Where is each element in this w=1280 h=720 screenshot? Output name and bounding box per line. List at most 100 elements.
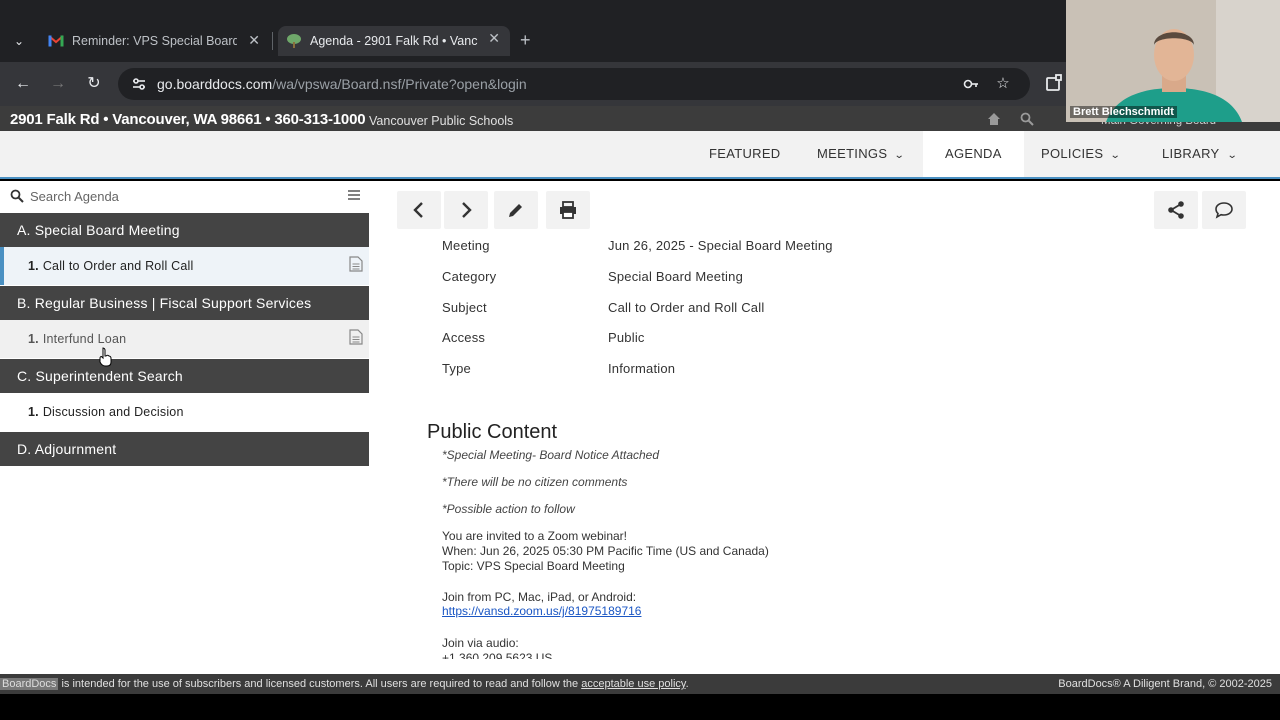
chevron-down-icon: ⌄: [1226, 150, 1238, 161]
agenda-category-c[interactable]: C. Superintendent Search: [0, 359, 369, 393]
nav-policies[interactable]: POLICIES ⌄: [1041, 131, 1122, 177]
boarddocs-tree-icon: [286, 33, 302, 49]
item-number: 1.: [28, 332, 39, 346]
edit-button[interactable]: [494, 191, 538, 229]
organization-name: Vancouver Public Schools: [369, 114, 514, 128]
detail-label: Category: [442, 268, 497, 284]
zoom-when-text: When: Jun 26, 2025 05:30 PM Pacific Time…: [442, 544, 769, 558]
agenda-category-d[interactable]: D. Adjournment: [0, 432, 369, 466]
zoom-invite-text: You are invited to a Zoom webinar!: [442, 529, 627, 543]
chevron-right-icon: [462, 202, 472, 218]
back-icon[interactable]: ←: [12, 73, 34, 95]
detail-label: Access: [442, 330, 486, 346]
reload-icon[interactable]: ↻: [83, 73, 105, 95]
agenda-category-b[interactable]: B. Regular Business | Fiscal Support Ser…: [0, 286, 369, 320]
share-button[interactable]: [1154, 191, 1198, 229]
acceptable-use-policy-link[interactable]: acceptable use policy: [581, 678, 685, 690]
zoom-phone-text: +1 360 209 5623 US: [442, 651, 553, 659]
footer-text: is intended for the use of subscribers a…: [58, 678, 582, 690]
item-number: 1.: [28, 405, 39, 419]
browser-tab-gmail[interactable]: Reminder: VPS Special Board M ✕: [40, 28, 270, 54]
site-settings-icon[interactable]: [130, 75, 148, 93]
footer-period: .: [685, 678, 689, 690]
speech-bubble-icon: [1215, 202, 1233, 219]
tab-search-icon[interactable]: ⌄: [8, 30, 30, 52]
search-icon[interactable]: [1020, 112, 1034, 126]
item-label: Discussion and Decision: [42, 405, 184, 419]
item-label: Interfund Loan: [42, 332, 127, 346]
chevron-left-icon: [413, 202, 423, 218]
chevron-down-icon: ⌄: [893, 150, 906, 161]
note-special-meeting: *Special Meeting- Board Notice Attached: [442, 448, 660, 462]
presenter-name: Brett Blechschmidt: [1070, 106, 1177, 118]
document-icon[interactable]: [349, 256, 363, 272]
note-no-comments: *There will be no citizen comments: [442, 475, 628, 489]
detail-value: Information: [608, 361, 676, 377]
agenda-category-a[interactable]: A. Special Board Meeting: [0, 213, 369, 247]
chevron-down-icon: ⌄: [1110, 150, 1122, 161]
tab-title: Agenda - 2901 Falk Rd • Vancou: [310, 34, 478, 48]
address-bar[interactable]: go.boarddocs.com/wa/vpswa/Board.nsf/Priv…: [118, 68, 1030, 100]
detail-value: Jun 26, 2025 - Special Board Meeting: [608, 238, 833, 253]
previous-item-button[interactable]: [397, 191, 441, 229]
printer-icon: [560, 201, 576, 219]
agenda-item-interfund-loan[interactable]: 1. Interfund Loan: [0, 320, 369, 358]
main-nav: FEATURED MEETINGS ⌄ AGENDA POLICIES ⌄ LIBR…: [0, 131, 1280, 179]
public-content-heading: Public Content: [427, 421, 558, 443]
next-item-button[interactable]: [444, 191, 488, 229]
detail-label: Type: [442, 361, 471, 377]
search-agenda-input[interactable]: Search Agenda: [30, 189, 119, 204]
nav-meetings[interactable]: MEETINGS ⌄: [817, 131, 906, 177]
extensions-icon[interactable]: [1044, 73, 1064, 93]
agenda-item-discussion[interactable]: 1. Discussion and Decision: [0, 393, 369, 431]
menu-icon[interactable]: [347, 189, 361, 201]
nav-library[interactable]: LIBRARY ⌄: [1162, 131, 1238, 177]
item-label: Call to Order and Roll Call: [42, 259, 194, 273]
zoom-join-from-text: Join from PC, Mac, iPad, or Android:: [442, 590, 637, 604]
footer-notice: BoardDocs is intended for the use of sub…: [0, 674, 689, 694]
nav-library-label: LIBRARY: [1162, 146, 1220, 161]
nav-meetings-label: MEETINGS: [817, 146, 888, 161]
hand-cursor-icon: [99, 347, 112, 367]
agenda-item-call-to-order[interactable]: 1. Call to Order and Roll Call: [0, 247, 369, 285]
footer-copyright: BoardDocs® A Diligent Brand, © 2002-2025: [1058, 678, 1272, 690]
forward-icon[interactable]: →: [47, 73, 69, 95]
pencil-icon: [509, 204, 522, 217]
key-icon[interactable]: [962, 75, 980, 93]
tab-divider: [272, 32, 273, 50]
note-possible-action: *Possible action to follow: [442, 502, 575, 516]
zoom-join-audio-text: Join via audio:: [442, 636, 519, 650]
tab-title: Reminder: VPS Special Board M: [72, 34, 237, 48]
close-tab-icon[interactable]: ✕: [248, 32, 260, 49]
webcam-overlay: Brett Blechschmidt: [1066, 0, 1280, 122]
document-icon[interactable]: [349, 329, 363, 345]
zoom-topic-text: Topic: VPS Special Board Meeting: [442, 559, 625, 573]
url-path: /wa/vpswa/Board.nsf/Private?open&login: [272, 76, 527, 92]
nav-policies-label: POLICIES: [1041, 146, 1104, 161]
new-tab-icon[interactable]: +: [520, 30, 531, 51]
comment-button[interactable]: [1202, 191, 1246, 229]
detail-label: Meeting: [442, 238, 490, 253]
detail-label: Subject: [442, 299, 487, 315]
url-host: go.boarddocs.com: [157, 76, 273, 92]
nav-agenda[interactable]: AGENDA: [923, 131, 1024, 177]
url-text: go.boarddocs.com/wa/vpswa/Board.nsf/Priv…: [157, 76, 527, 92]
print-button[interactable]: [546, 191, 590, 229]
site-footer: BoardDocs is intended for the use of sub…: [0, 674, 1280, 694]
bookmark-star-icon[interactable]: ☆: [994, 75, 1012, 93]
close-tab-icon[interactable]: ✕: [488, 30, 500, 47]
nav-featured[interactable]: FEATURED: [709, 131, 781, 177]
agenda-sidebar: Search Agenda A. Special Board Meeting 1…: [0, 181, 369, 674]
browser-tab-agenda[interactable]: Agenda - 2901 Falk Rd • Vancou ✕: [278, 26, 510, 56]
home-icon[interactable]: [987, 112, 1001, 126]
detail-value: Public: [608, 330, 645, 346]
agenda-search[interactable]: Search Agenda: [0, 181, 369, 212]
zoom-link[interactable]: https://vansd.zoom.us/j/81975189716: [442, 604, 641, 618]
share-icon: [1168, 201, 1184, 219]
detail-value: Special Board Meeting: [608, 268, 743, 284]
presenter-video-icon: [1066, 0, 1280, 122]
detail-value: Call to Order and Roll Call: [608, 299, 765, 315]
site-address: 2901 Falk Rd • Vancouver, WA 98661 • 360…: [10, 111, 366, 128]
footer-brand: BoardDocs: [0, 678, 59, 690]
search-icon: [10, 189, 24, 203]
